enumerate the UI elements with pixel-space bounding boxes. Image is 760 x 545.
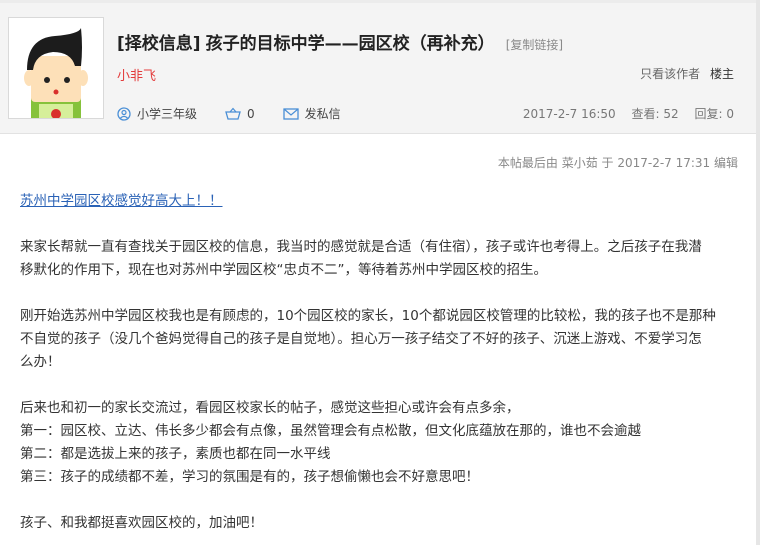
post-title-row: [择校信息] 孩子的目标中学——园区校（再补充） [复制链接] — [117, 29, 563, 54]
scrollbar[interactable] — [756, 0, 760, 545]
avatar[interactable] — [8, 17, 104, 119]
only-author-link[interactable]: 只看该作者 — [640, 67, 700, 81]
post-datetime: 2017-2-7 16:50 — [522, 107, 616, 121]
content-link[interactable]: 苏州中学园区校感觉好高大上！！ — [20, 193, 223, 209]
send-message-item[interactable]: 发私信 — [283, 105, 341, 122]
paragraph-line: 第三：孩子的成绩都不差，学习的氛围是有的，孩子想偷懒也会不好意思吧！ — [20, 469, 479, 485]
cartoon-kid-avatar — [9, 18, 103, 118]
send-message-label: 发私信 — [304, 107, 341, 121]
basket-icon — [225, 107, 241, 120]
paragraph-line: 第二：都是选拔上来的孩子，素质也都在同一水平线 — [20, 446, 331, 462]
user-circle-icon — [117, 106, 131, 121]
post-stats: 2017-2-7 16:50 查看: 52 回复: 0 — [511, 105, 734, 122]
likes-item[interactable]: 0 — [225, 107, 255, 121]
envelope-icon — [283, 107, 299, 120]
owner-badge: 楼主 — [709, 67, 734, 81]
views-count: 查看: 52 — [631, 107, 679, 121]
paragraph-line: 移默化的作用下，现在也对苏州中学园区校“忠贞不二”，等待着苏州中学园区校的招生。 — [20, 262, 547, 278]
post-title: 孩子的目标中学——园区校（再补充） — [205, 34, 495, 54]
paragraph-line: 第一：园区校、立达、伟长多少都会有点像，虽然管理会有点松散，但文化底蕴放在那的，… — [20, 423, 641, 439]
grade-label: 小学三年级 — [137, 107, 198, 121]
replies-count: 回复: 0 — [694, 107, 735, 121]
paragraph-line: 孩子、和我都挺喜欢园区校的，加油吧！ — [20, 515, 263, 531]
only-author-filter: 只看该作者 楼主 — [640, 65, 734, 82]
grade-item: 小学三年级 — [117, 105, 197, 122]
content-link-line: 苏州中学园区校感觉好高大上！！ — [20, 190, 735, 213]
likes-count: 0 — [247, 106, 255, 121]
post-header: [择校信息] 孩子的目标中学——园区校（再补充） [复制链接] 小非飞 只看该作… — [0, 3, 756, 134]
copy-link-button[interactable]: [复制链接] — [506, 38, 563, 52]
edit-note: 本帖最后由 菜小茹 于 2017-2-7 17:31 编辑 — [497, 156, 738, 170]
author-name[interactable]: 小非飞 — [117, 65, 156, 84]
post-content: 苏州中学园区校感觉好高大上！！ 来家长帮就一直有查找关于园区校的信息，我当时的感… — [20, 190, 735, 535]
paragraph-line: 后来也和初一的家长交流过，看园区校家长的帖子，感觉这些担心或许会有点多余， — [20, 400, 520, 416]
post-category-tag[interactable]: [择校信息] — [117, 34, 201, 54]
paragraph-line: 刚开始选苏州中学园区校我也是有顾虑的，10个园区校的家长，10个都说园区校管理的… — [20, 308, 716, 324]
paragraph-line: 么办！ — [20, 354, 61, 370]
paragraph-line: 不自觉的孩子（没几个爸妈觉得自己的孩子是自觉地）。担心万一孩子结交了不好的孩子、… — [20, 331, 702, 347]
paragraph-line: 来家长帮就一直有查找关于园区校的信息，我当时的感觉就是合适（有住宿），孩子或许也… — [20, 239, 702, 255]
author-meta-row: 小学三年级 0 发私信 — [117, 105, 369, 122]
